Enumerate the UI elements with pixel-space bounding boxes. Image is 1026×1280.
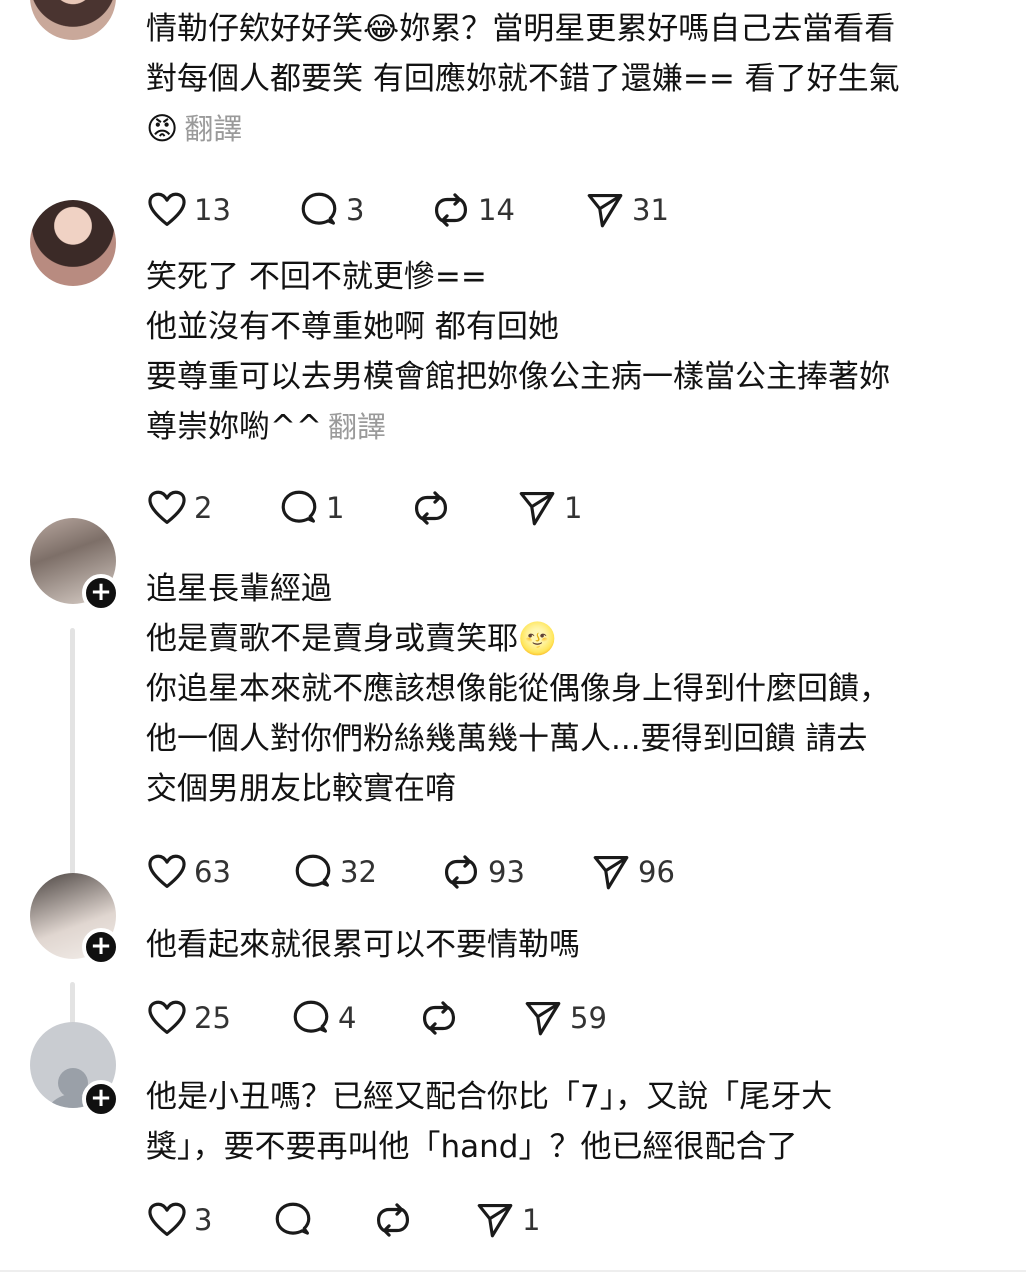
- like-count: 3: [194, 1203, 213, 1237]
- reply-button[interactable]: 1: [278, 486, 344, 530]
- send-paper-plane-icon: [587, 193, 623, 228]
- repost-button[interactable]: [410, 486, 458, 530]
- like-button[interactable]: 63: [146, 850, 231, 894]
- comment-text: 笑死了 不回不就更慘== 他並沒有不尊重她啊 都有回她 要尊重可以去男模會館把妳…: [146, 259, 890, 445]
- share-button[interactable]: 1: [474, 1198, 540, 1242]
- heart-icon: [148, 192, 186, 227]
- heart-icon: [148, 1000, 186, 1035]
- like-count: 13: [194, 193, 231, 227]
- comment-text: 情勒仔欸好好笑😂妳累？當明星更累好嗎自己去當看看 對每個人都要笑 有回應妳就不錯…: [146, 11, 900, 147]
- heart-icon: [148, 854, 186, 889]
- reply-count: 1: [326, 491, 345, 525]
- repost-count: 93: [488, 855, 525, 889]
- repost-button[interactable]: [372, 1198, 420, 1242]
- reply-button[interactable]: 32: [292, 850, 377, 894]
- send-paper-plane-icon: [525, 1001, 561, 1036]
- like-button[interactable]: 13: [146, 188, 231, 232]
- repost-button[interactable]: [418, 996, 466, 1040]
- like-count: 2: [194, 491, 213, 525]
- reply-button[interactable]: [272, 1198, 320, 1242]
- comment-bubble-icon: [301, 192, 337, 225]
- reply-count: 3: [346, 193, 365, 227]
- comment-text: 他是小丑嗎？已經又配合你比「7」，又說「尾牙大 獎」，要不要再叫他「hand」？…: [146, 1079, 833, 1165]
- divider: [0, 1270, 1026, 1272]
- repost-arrows-icon: [434, 193, 468, 227]
- share-count: 1: [522, 1203, 541, 1237]
- reply-button[interactable]: 3: [298, 188, 364, 232]
- action-bar: 13 3 14 31: [146, 188, 706, 232]
- action-bar: 63 32 93 96: [146, 850, 706, 894]
- share-button[interactable]: 31: [584, 188, 669, 232]
- repost-arrows-icon: [414, 491, 448, 525]
- repost-arrows-icon: [444, 855, 478, 889]
- heart-icon: [148, 490, 186, 525]
- action-bar: 2 1 1: [146, 486, 706, 530]
- share-button[interactable]: 96: [590, 850, 675, 894]
- avatar[interactable]: [30, 200, 116, 286]
- like-button[interactable]: 3: [146, 1198, 212, 1242]
- translate-link[interactable]: 翻譯: [184, 112, 242, 146]
- follow-plus-icon[interactable]: +: [82, 928, 120, 966]
- send-paper-plane-icon: [477, 1203, 513, 1238]
- repost-arrows-icon: [376, 1203, 410, 1237]
- comment-text: 追星長輩經過 他是賣歌不是賣身或賣笑耶🌝 你追星本來就不應該想像能從偶像身上得到…: [146, 571, 890, 807]
- repost-button[interactable]: 93: [440, 850, 525, 894]
- share-button[interactable]: 1: [516, 486, 582, 530]
- reply-button[interactable]: 4: [290, 996, 356, 1040]
- like-button[interactable]: 2: [146, 486, 212, 530]
- heart-icon: [148, 1202, 186, 1237]
- share-count: 31: [632, 193, 669, 227]
- send-paper-plane-icon: [519, 491, 555, 526]
- comment-text: 他看起來就很累可以不要情勒嗎: [146, 927, 580, 963]
- share-count: 1: [564, 491, 583, 525]
- send-paper-plane-icon: [593, 855, 629, 890]
- reply-count: 4: [338, 1001, 357, 1035]
- repost-button[interactable]: 14: [430, 188, 515, 232]
- share-button[interactable]: 59: [522, 996, 607, 1040]
- follow-plus-icon[interactable]: +: [82, 1080, 120, 1118]
- avatar[interactable]: [30, 0, 116, 40]
- comment-bubble-icon: [295, 854, 331, 887]
- share-count: 59: [570, 1001, 607, 1035]
- comment-bubble-icon: [293, 1000, 329, 1033]
- comment-bubble-icon: [275, 1202, 311, 1235]
- repost-arrows-icon: [422, 1001, 456, 1035]
- comment-bubble-icon: [281, 490, 317, 523]
- like-button[interactable]: 25: [146, 996, 231, 1040]
- action-bar: 25 4 59: [146, 996, 706, 1040]
- thread-line: [70, 628, 75, 906]
- like-count: 63: [194, 855, 231, 889]
- translate-link[interactable]: 翻譯: [328, 410, 386, 444]
- action-bar: 3 1: [146, 1198, 706, 1242]
- repost-count: 14: [478, 193, 515, 227]
- follow-plus-icon[interactable]: +: [82, 574, 120, 612]
- reply-count: 32: [340, 855, 377, 889]
- share-count: 96: [638, 855, 675, 889]
- like-count: 25: [194, 1001, 231, 1035]
